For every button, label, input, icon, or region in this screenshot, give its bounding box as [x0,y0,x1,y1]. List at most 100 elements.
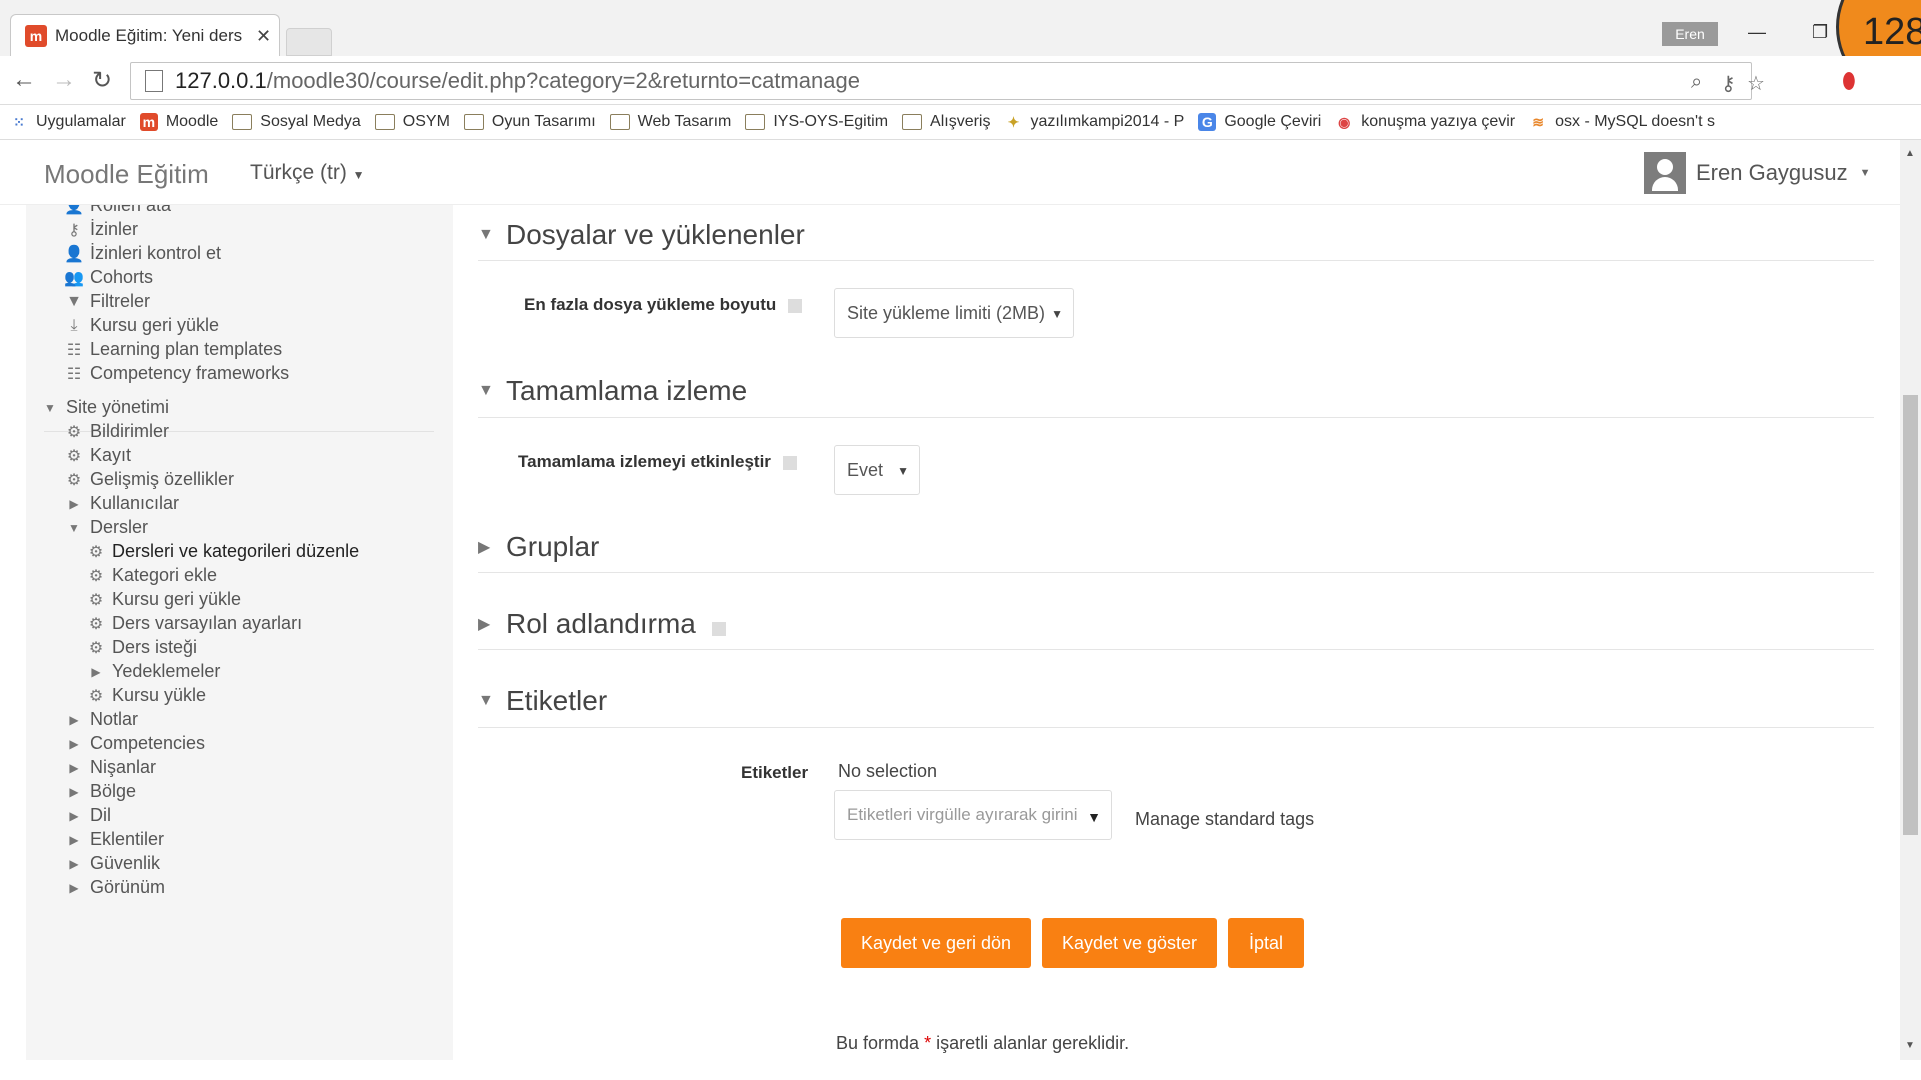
tab-close-icon[interactable]: ✕ [256,26,271,47]
help-icon[interactable] [711,622,726,636]
collapsed-icon: ▶ [69,808,79,823]
collapsed-icon: ▶ [69,832,79,847]
browser-tab[interactable]: m Moodle Eğitim: Yeni ders ✕ [10,14,280,57]
cancel-button[interactable]: İptal [1228,918,1304,968]
section-groups[interactable]: ▶ Gruplar [478,531,599,563]
sidebar-item-label: Filtreler [90,291,151,311]
scroll-up-icon[interactable]: ▲ [1905,148,1915,159]
sidebar-item[interactable]: ⚙ Kayıt [64,445,131,466]
field-label: En fazla dosya yükleme boyutu [524,295,777,314]
section-files[interactable]: ▼ Dosyalar ve yüklenenler [478,219,805,251]
sidebar-item[interactable]: 👤 İzinleri kontrol et [64,243,221,264]
completion-select[interactable]: Evet ▼ [834,445,920,495]
new-tab-button[interactable] [286,28,332,56]
sidebar-item[interactable]: ⚙ Kategori ekle [86,565,217,586]
sidebar-item[interactable]: ▶ Yedeklemeler [86,661,220,682]
sidebar-item[interactable]: ⚙ Ders isteği [86,637,197,658]
sidebar-item[interactable]: ▶ Notlar [64,709,138,730]
sidebar-item[interactable]: 👥 Cohorts [64,267,153,288]
scroll-down-icon[interactable]: ▼ [1905,1040,1915,1051]
bookmark-item[interactable]: IYS-OYS-Egitim [745,113,888,131]
sidebar-item[interactable]: ⤓ Kursu geri yükle [64,315,219,336]
sidebar-item[interactable]: ⚙ Dersleri ve kategorileri düzenle [86,541,359,562]
restore-window-icon[interactable]: ❐ [1812,22,1828,43]
back-arrow-icon[interactable]: ← [12,66,36,94]
sidebar-item[interactable]: ⚙ Kursu yükle [86,685,206,706]
sidebar-item[interactable]: ▶ Nişanlar [64,757,156,778]
opera-extension-icon[interactable]: ⬮ [1842,68,1856,94]
sidebar-item-label: Güvenlik [90,853,161,873]
section-divider [478,572,1874,573]
max-upload-select[interactable]: Site yükleme limiti (2MB) ▼ [834,288,1074,338]
sidebar-item[interactable]: ▶ Görünüm [64,877,165,898]
save-display-button[interactable]: Kaydet ve göster [1042,918,1217,968]
stack-icon: ≋ [1532,114,1544,130]
gear-icon: ⚙ [88,639,104,657]
language-menu[interactable]: Türkçe (tr) ▼ [250,161,365,185]
bookmark-item[interactable]: Oyun Tasarımı [463,113,596,131]
translate-icon: G [1198,113,1217,131]
collapsed-icon: ▶ [69,712,79,727]
save-return-button[interactable]: Kaydet ve geri dön [841,918,1031,968]
bookmark-item[interactable]: m Moodle [139,113,218,131]
sidebar-item[interactable]: ▼ Dersler [64,517,148,538]
bookmark-item[interactable]: ✦ yazılımkampi2014 - P [1004,113,1185,131]
collapsed-icon: ▶ [69,856,79,871]
caret-down-icon: ▼ [1087,809,1101,825]
reload-icon[interactable]: ↻ [92,66,112,95]
sidebar-item[interactable]: ▼ Site yönetimi [40,397,169,418]
profile-button[interactable]: Eren [1662,22,1718,46]
site-brand[interactable]: Moodle Eğitim [44,159,209,190]
section-roles[interactable]: ▶ Rol adlandırma [478,608,726,640]
bookmark-item[interactable]: Sosyal Medya [232,113,361,131]
star-icon[interactable]: ☆ [1747,71,1765,96]
sidebar-item[interactable]: ▶ Güvenlik [64,853,160,874]
section-completion[interactable]: ▼ Tamamlama izleme [478,375,747,407]
user-menu[interactable]: Eren Gaygusuz ▼ [1644,152,1871,194]
sidebar-item[interactable]: 👤 Rolleri ata [64,205,171,216]
zoom-icon[interactable]: ⌕ [1691,71,1702,94]
plan-icon: ☷ [66,341,82,359]
page-scrollbar[interactable]: ▲ ▼ [1900,140,1921,1060]
manage-tags-link[interactable]: Manage standard tags [1135,809,1314,830]
chrome-icon: ◉ [1338,114,1351,130]
url-path: /moodle30/course/edit.php?category=2&ret… [266,68,860,93]
help-icon[interactable] [782,455,797,470]
sidebar-item[interactable]: ⚙ Ders varsayılan ayarları [86,613,302,634]
minimize-icon[interactable]: — [1748,22,1766,43]
address-bar[interactable]: 127.0.0.1/moodle30/course/edit.php?categ… [130,62,1765,100]
bookmark-item[interactable]: ⁙ Uygulamalar [10,113,126,131]
sidebar-item[interactable]: ⚙ Kursu geri yükle [86,589,241,610]
bookmark-item[interactable]: OSYM [374,113,450,131]
bookmark-item[interactable]: Alışveriş [902,113,990,131]
sidebar-item[interactable]: ▶ Eklentiler [64,829,164,850]
sidebar-item[interactable]: ☷ Competency frameworks [64,363,289,384]
tags-input[interactable]: Etiketleri virgülle ayırarak girini ▼ [834,790,1112,840]
sidebar-item[interactable]: ☷ Learning plan templates [64,339,282,360]
sidebar-item-label: İzinler [90,219,139,239]
scroll-thumb[interactable] [1903,395,1918,835]
section-divider [478,260,1874,261]
sidebar-item[interactable]: ⚷ İzinler [64,219,138,240]
forward-arrow-icon[interactable]: → [52,66,76,94]
section-tags[interactable]: ▼ Etiketler [478,685,607,717]
help-icon[interactable] [788,298,803,313]
bookmark-label: Oyun Tasarımı [491,113,596,130]
sidebar-item[interactable]: ▶ Competencies [64,733,205,754]
sidebar-item[interactable]: ▶ Bölge [64,781,136,802]
section-expanded-icon: ▼ [478,226,494,243]
bookmark-item[interactable]: ◉ konuşma yazıya çevir [1335,113,1515,131]
sidebar-item[interactable]: ▶ Dil [64,805,111,826]
bookmarks-bar: ⁙ Uygulamalar m Moodle Sosyal Medya OSYM Oyun … [0,105,1921,140]
bookmark-label: Web Tasarım [637,113,732,130]
sidebar-item[interactable]: ▼ Filtreler [64,291,150,312]
bookmark-item[interactable]: Web Tasarım [609,113,732,131]
key-icon[interactable]: ⚷ [1721,71,1736,96]
bookmark-item[interactable]: ≋ osx - MySQL doesn't s [1529,113,1715,131]
sidebar-item[interactable]: ▶ Kullanıcılar [64,493,179,514]
sidebar-item[interactable]: ⚙ Gelişmiş özellikler [64,469,234,490]
bookmark-item[interactable]: G Google Çeviri [1198,113,1321,131]
sidebar-item-label: Cohorts [90,267,154,287]
sidebar-item-label: Dersler [90,517,149,537]
sidebar-item[interactable]: ⚙ Bildirimler [64,421,169,442]
